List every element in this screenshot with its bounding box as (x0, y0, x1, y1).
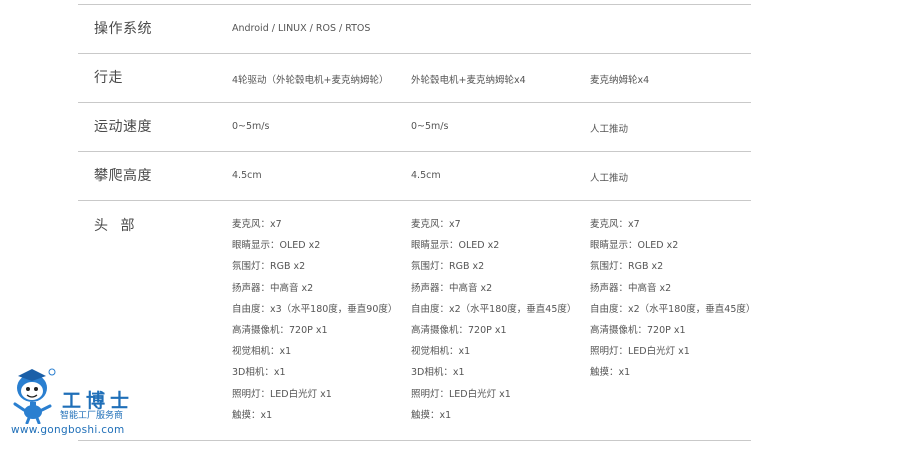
watermark-logo: 工博士 智能工厂服务商 www.gongboshi.com (10, 366, 140, 446)
list-item: 高清摄像机：720P x1 (590, 324, 686, 336)
list-item: 触摸：x1 (232, 409, 273, 421)
divider-bottom (78, 440, 751, 441)
row-label: 行走 (94, 70, 123, 86)
row-value: Android / LINUX / ROS / RTOS (232, 23, 371, 34)
logo-url: www.gongboshi.com (11, 424, 125, 436)
list-item: 触摸：x1 (590, 367, 631, 379)
row-value: 外轮毂电机+麦克纳姆轮x4 (411, 75, 526, 86)
spec-row-climb: 攀爬高度 4.5cm 4.5cm 人工推动 (78, 151, 751, 200)
row-label: 头 部 (94, 218, 139, 234)
list-item: 触摸：x1 (411, 409, 452, 421)
mascot-icon (13, 368, 56, 424)
list-item: 麦克风：x7 (411, 219, 461, 230)
spec-row-head: 头 部 麦克风：x7 眼睛显示：OLED x2 氛围灯：RGB x2 扬声器：中… (78, 200, 755, 440)
spec-row-drive: 行走 4轮驱动（外轮毂电机+麦克纳姆轮） 外轮毂电机+麦克纳姆轮x4 麦克纳姆轮… (78, 53, 751, 102)
list-item: 视觉相机：x1 (411, 346, 471, 358)
list-item: 眼睛显示：OLED x2 (590, 240, 679, 252)
list-item: 自由度：x2（水平180度，垂直45度） (590, 303, 756, 315)
list-item: 3D相机：x1 (411, 367, 465, 379)
list-item: 自由度：x2（水平180度，垂直45度） (411, 303, 577, 315)
list-item: 3D相机：x1 (232, 367, 286, 379)
list-item: 眼睛显示：OLED x2 (411, 240, 500, 252)
row-value: 4轮驱动（外轮毂电机+麦克纳姆轮） (232, 75, 389, 86)
list-item: 氛围灯：RGB x2 (232, 261, 306, 273)
list-item: 照明灯：LED白光灯 x1 (590, 346, 690, 358)
list-item: 自由度：x3（水平180度，垂直90度） (232, 303, 398, 315)
list-item: 氛围灯：RGB x2 (590, 261, 664, 273)
list-item: 氛围灯：RGB x2 (411, 261, 485, 273)
row-label: 运动速度 (94, 119, 152, 135)
list-item: 麦克风：x7 (232, 219, 282, 230)
list-item: 照明灯：LED白光灯 x1 (232, 388, 332, 400)
row-value: 4.5cm (232, 170, 262, 181)
head-spec-list: 麦克风：x7 眼睛显示：OLED x2 氛围灯：RGB x2 扬声器：中高音 x… (232, 219, 397, 431)
row-value: 4.5cm (411, 170, 441, 181)
spec-row-os: 操作系统 Android / LINUX / ROS / RTOS (78, 4, 751, 53)
list-item: 扬声器：中高音 x2 (411, 282, 493, 294)
list-item: 视觉相机：x1 (232, 346, 292, 358)
list-item: 高清摄像机：720P x1 (411, 324, 507, 336)
row-label: 攀爬高度 (94, 168, 152, 184)
row-value: 人工推动 (590, 173, 629, 184)
logo-tagline: 智能工厂服务商 (60, 411, 124, 421)
spec-row-speed: 运动速度 0~5m/s 0~5m/s 人工推动 (78, 102, 751, 151)
row-value: 0~5m/s (232, 121, 270, 132)
list-item: 扬声器：中高音 x2 (232, 282, 314, 294)
row-label: 操作系统 (94, 21, 152, 37)
list-item: 麦克风：x7 (590, 219, 640, 230)
list-item: 照明灯：LED白光灯 x1 (411, 388, 511, 400)
row-value: 麦克纳姆轮x4 (590, 75, 650, 86)
list-item: 高清摄像机：720P x1 (232, 324, 328, 336)
head-spec-list: 麦克风：x7 眼睛显示：OLED x2 氛围灯：RGB x2 扬声器：中高音 x… (590, 219, 755, 389)
row-value: 0~5m/s (411, 121, 449, 132)
row-value: 人工推动 (590, 124, 629, 135)
list-item: 眼睛显示：OLED x2 (232, 240, 321, 252)
head-spec-list: 麦克风：x7 眼睛显示：OLED x2 氛围灯：RGB x2 扬声器：中高音 x… (411, 219, 576, 431)
list-item: 扬声器：中高音 x2 (590, 282, 672, 294)
